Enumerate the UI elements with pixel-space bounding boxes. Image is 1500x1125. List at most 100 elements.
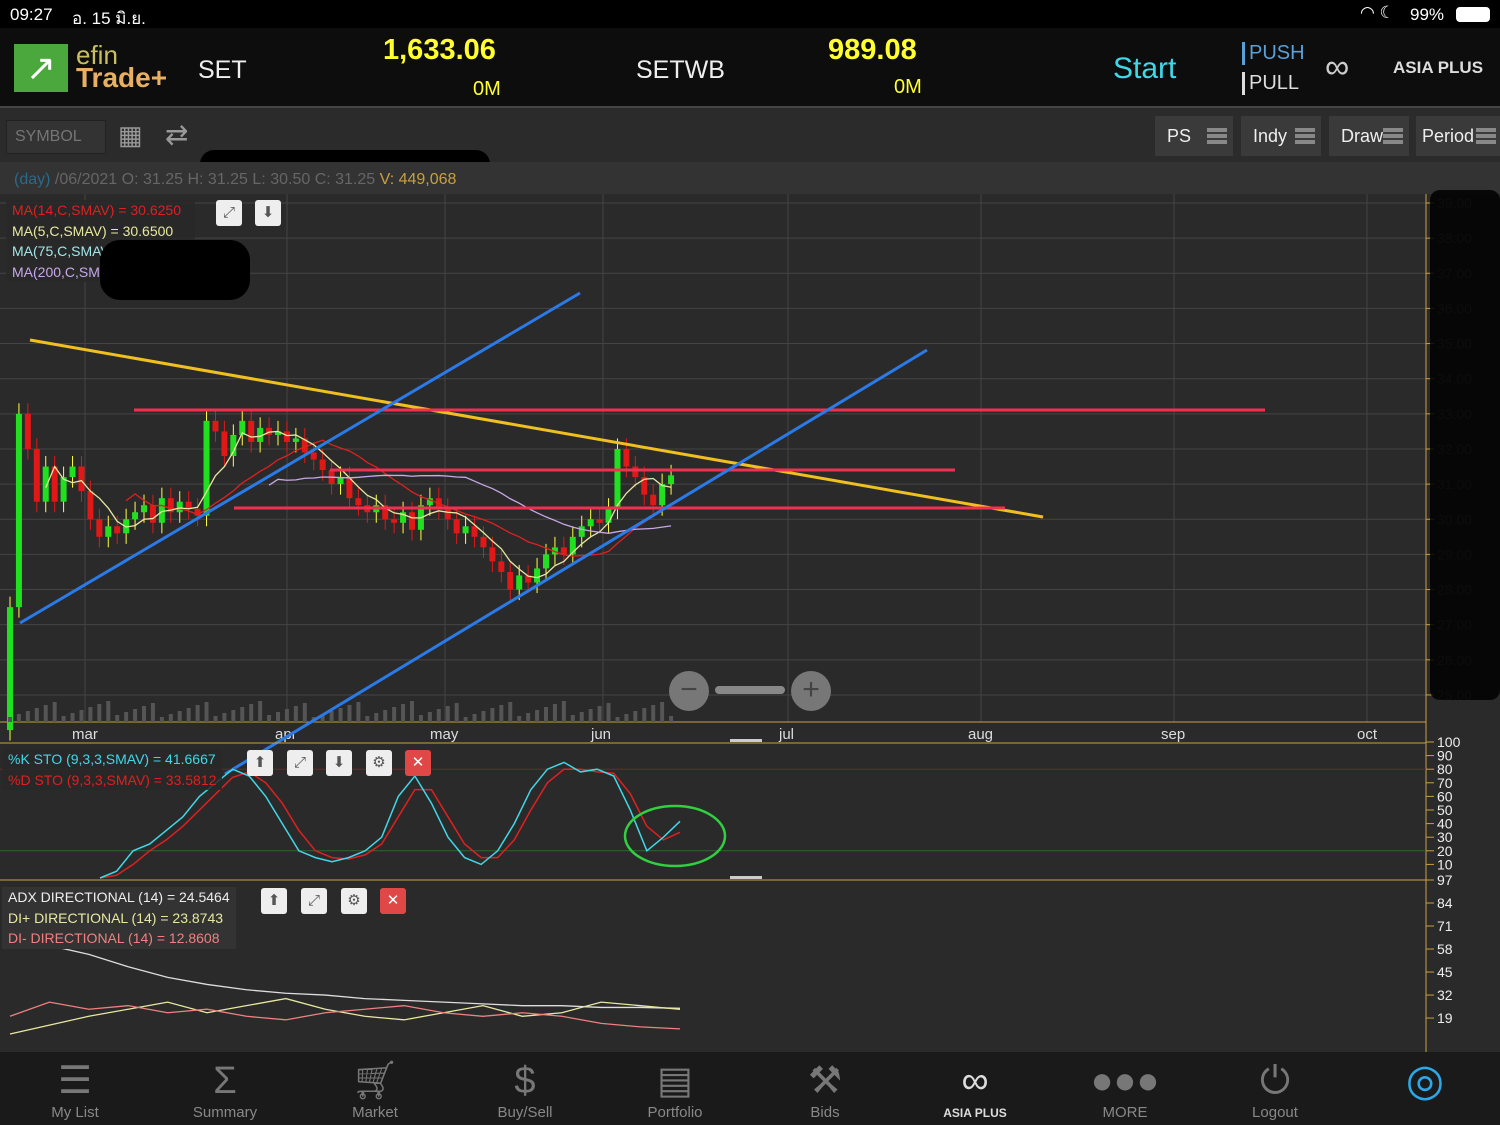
nav-more[interactable]: ●●● MORE [1050, 1052, 1200, 1125]
nav-buy-sell[interactable]: $ Buy/Sell [450, 1052, 600, 1125]
index-name[interactable]: SETWB [636, 56, 725, 85]
start-button[interactable]: Start [1113, 52, 1176, 86]
push-button[interactable]: PUSH [1242, 42, 1305, 65]
info-close: C: 31.25 [314, 171, 376, 188]
zoom-out-icon[interactable]: − [669, 671, 709, 711]
candle [185, 501, 192, 509]
battery-icon [1456, 7, 1490, 22]
volume-bar [517, 716, 522, 722]
volume-bar [338, 708, 343, 722]
ohlc-info: (day) /06/2021 O: 31.25 H: 31.25 L: 30.5… [0, 162, 1500, 194]
nav-asia-plus[interactable]: ∞ ASIA PLUS [900, 1052, 1050, 1125]
indy-button[interactable]: Indy [1241, 116, 1321, 156]
settings-icon[interactable]: ⚙ [366, 750, 392, 776]
menu-icon [1476, 128, 1496, 144]
expand-icon[interactable]: ⤢ [301, 888, 327, 914]
expand-icon[interactable]: ⤢ [287, 750, 313, 776]
volume-bar [633, 711, 638, 722]
candle [248, 420, 255, 442]
move-up-icon[interactable]: ⬆ [247, 750, 273, 776]
pull-button[interactable]: PULL [1242, 72, 1299, 95]
info-period: (day) [14, 171, 51, 188]
candle [7, 607, 13, 731]
volume-bar [454, 703, 459, 722]
volume-bar [606, 703, 611, 722]
index-volume: 0M [894, 76, 922, 98]
volume-bar [97, 704, 102, 722]
volume-bar [329, 711, 334, 722]
nav-portfolio[interactable]: ▤ Portfolio [600, 1052, 750, 1125]
status-bar: 09:27 อ. 15 มิ.ย. ◠ ☾ 99% [0, 0, 1500, 28]
nav-market[interactable]: 🛒︎ Market [300, 1052, 450, 1125]
candle [292, 438, 299, 442]
volume-bar [535, 710, 540, 722]
volume-bar [124, 712, 129, 722]
nav-my-list[interactable]: ☰ My List [0, 1052, 150, 1125]
volume-bar [106, 701, 111, 722]
candle [78, 466, 85, 492]
header: ↗ efin Trade+ SET 1,633.06 0M SETWB 989.… [0, 28, 1500, 108]
adx-tick-label: 19 [1437, 1010, 1453, 1026]
legend-di-plus: DI+ DIRECTIONAL (14) = 23.8743 [8, 909, 224, 926]
volume-bar [115, 715, 120, 722]
nav-assistant[interactable]: ◎ [1350, 1052, 1500, 1125]
calendar-icon[interactable]: ▦ [118, 120, 143, 151]
volume-bar [392, 707, 397, 722]
adx-tick-label: 58 [1437, 941, 1453, 957]
volume-bar [552, 704, 557, 722]
volume-bar [168, 714, 173, 722]
settings-icon[interactable]: ⚙ [341, 888, 367, 914]
candle [471, 526, 478, 537]
swirl-icon: ◎ [1405, 1056, 1445, 1105]
volume-bar [615, 717, 620, 722]
nav-label: Bids [810, 1104, 840, 1121]
index-volume: 0M [473, 78, 501, 100]
volume-bar [588, 709, 593, 722]
candle [668, 475, 675, 485]
legend-stoch-d: %D STO (9,3,3,SMAV) = 33.5812 [8, 771, 217, 788]
symbol-input[interactable] [6, 120, 106, 154]
broker-name: ASIA PLUS [1393, 58, 1484, 77]
volume-bar [61, 716, 66, 722]
nav-bids[interactable]: ⚒ Bids [750, 1052, 900, 1125]
volume-bar [651, 705, 656, 722]
ps-button[interactable]: PS [1155, 116, 1233, 156]
volume-bar [427, 712, 432, 722]
panel-resize-handle [730, 876, 762, 879]
refresh-icon[interactable]: ⇄ [165, 118, 188, 151]
legend-stoch-k: %K STO (9,3,3,SMAV) = 41.6667 [8, 751, 216, 767]
volume-bar [579, 712, 584, 722]
volume-bar [410, 701, 414, 722]
move-down-icon[interactable]: ⬇ [255, 200, 281, 226]
volume-bar [195, 705, 200, 722]
move-up-icon[interactable]: ⬆ [261, 888, 287, 914]
nav-summary[interactable]: Σ Summary [150, 1052, 300, 1125]
month-label: oct [1357, 726, 1378, 743]
volume-bar [276, 712, 280, 722]
close-icon[interactable]: ✕ [380, 888, 406, 914]
index-name[interactable]: SET [198, 56, 247, 85]
menu-icon [1295, 128, 1315, 144]
volume-bar [597, 706, 602, 722]
di-plus-line [9, 997, 681, 1035]
hand-drawn-circle [623, 804, 727, 868]
zoom-slider[interactable] [715, 686, 785, 694]
volume-bar [159, 717, 164, 722]
nav-label: Portfolio [647, 1104, 703, 1121]
nav-logout[interactable]: ⏻ Logout [1200, 1052, 1350, 1125]
candle [283, 431, 290, 442]
zoom-in-icon[interactable]: + [791, 671, 831, 711]
close-icon[interactable]: ✕ [405, 750, 431, 776]
draw-button[interactable]: Draw [1329, 116, 1409, 156]
candle [33, 448, 40, 502]
period-button[interactable]: Period [1416, 116, 1500, 156]
candle [623, 448, 630, 467]
legend-di-minus: DI- DIRECTIONAL (14) = 12.8608 [8, 930, 220, 946]
move-down-icon[interactable]: ⬇ [326, 750, 352, 776]
candle [480, 536, 487, 548]
candle [221, 431, 228, 457]
volume-bar [52, 702, 57, 722]
candle [605, 508, 612, 523]
candle [212, 420, 219, 432]
expand-icon[interactable]: ⤢ [216, 200, 242, 226]
